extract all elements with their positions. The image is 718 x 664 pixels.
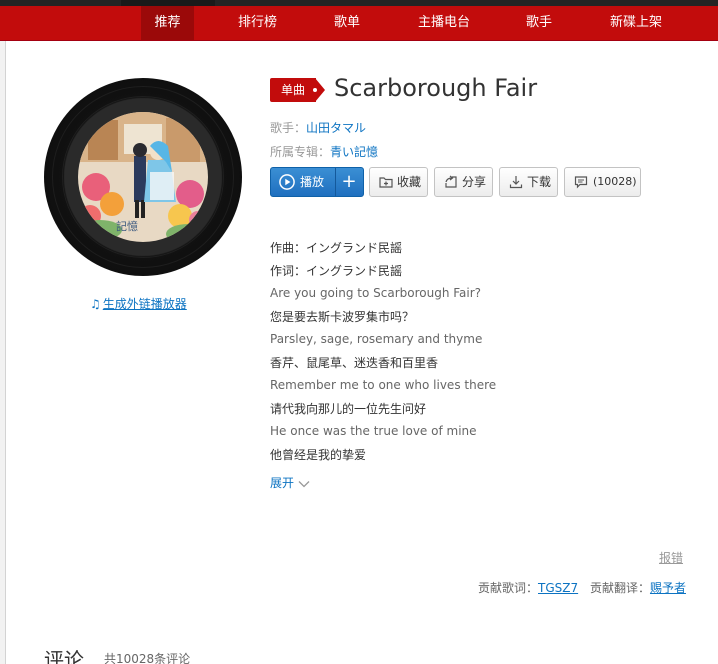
lyric-line: Remember me to one who lives there <box>270 378 497 392</box>
share-icon <box>445 175 457 188</box>
album-cover-art <box>78 112 208 242</box>
translation-contrib-label: 贡献翻译： <box>589 581 650 595</box>
folder-plus-icon <box>379 177 393 188</box>
album-row: 所属专辑：青い記憶 <box>270 143 378 160</box>
lyric-line: 请代我向那儿的一位先生问好 <box>270 402 427 416</box>
album-cover-caption: 記憶 <box>116 220 138 233</box>
download-label: 下载 <box>527 175 552 189</box>
nav-item-artists[interactable]: 歌手 <box>526 6 552 40</box>
report-error-link[interactable]: 报错 <box>659 549 683 566</box>
lyric-line: 您是要去斯卡波罗集市吗？ <box>270 310 415 324</box>
chevron-down-icon <box>298 480 310 487</box>
comment-count-label: (10028) <box>593 175 637 188</box>
expand-lyrics-toggle[interactable]: 展开 <box>270 474 310 491</box>
lyric-line: He once was the true love of mine <box>270 424 477 438</box>
share-label: 分享 <box>462 175 487 189</box>
play-button[interactable]: 播放 + <box>270 167 364 197</box>
single-tag-label: 单曲 <box>270 78 316 102</box>
comment-icon <box>574 176 588 189</box>
collect-label: 收藏 <box>397 175 422 189</box>
contributors-row: 贡献歌词：TGSZ7 贡献翻译：赐予者 <box>478 579 686 596</box>
nav-item-charts[interactable]: 排行榜 <box>238 6 277 40</box>
album-link[interactable]: 青い記憶 <box>330 145 378 159</box>
generate-player-label: 生成外链播放器 <box>102 297 187 311</box>
lyric-contrib-label: 贡献歌词： <box>478 581 539 595</box>
music-note-icon: ♫ <box>90 297 101 311</box>
artist-label: 歌手： <box>270 121 307 135</box>
play-icon <box>279 174 295 190</box>
collect-button[interactable]: 收藏 <box>369 167 428 197</box>
lyric-line: Are you going to Scarborough Fair? <box>270 286 482 300</box>
expand-label: 展开 <box>270 476 295 490</box>
nav-item-playlists[interactable]: 歌单 <box>334 6 360 40</box>
add-to-playlist-button[interactable]: + <box>335 168 363 196</box>
lyric-contributor-link[interactable]: TGSZ7 <box>538 581 578 595</box>
nav-item-radio[interactable]: 主播电台 <box>418 6 470 40</box>
lyric-line: 香芹、鼠尾草、迷迭香和百里香 <box>270 356 439 370</box>
generate-player-link[interactable]: ♫ 生成外链播放器 <box>90 295 187 312</box>
artist-link[interactable]: 山田タマル <box>306 121 366 135</box>
lyric-line: Parsley, sage, rosemary and thyme <box>270 332 483 346</box>
share-button[interactable]: 分享 <box>434 167 493 197</box>
tag-dot <box>313 88 317 92</box>
lyric-line: 他曾经是我的挚爱 <box>270 448 367 462</box>
download-button[interactable]: 下载 <box>499 167 558 197</box>
album-vinyl[interactable]: 記憶 <box>44 78 242 276</box>
artist-row: 歌手：山田タマル <box>270 119 366 136</box>
comments-count: 共10028条评论 <box>104 652 191 664</box>
download-icon <box>509 176 523 189</box>
sub-nav: 推荐 排行榜 歌单 主播电台 歌手 新碟上架 <box>0 6 718 41</box>
single-tag: 单曲 <box>270 78 325 102</box>
song-title: Scarborough Fair <box>334 74 538 102</box>
album-label: 所属专辑： <box>270 145 331 159</box>
album-cover-image: 記憶 <box>78 112 208 242</box>
lyric-line: 作词：イングランド民謡 <box>270 264 403 278</box>
lyric-line: 作曲：イングランド民謡 <box>270 241 403 255</box>
translation-contributor-link[interactable]: 赐予者 <box>650 581 686 595</box>
nav-item-recommend[interactable]: 推荐 <box>141 6 194 40</box>
nav-item-new-albums[interactable]: 新碟上架 <box>610 6 662 40</box>
comments-title: 评论 <box>44 648 84 664</box>
comment-button[interactable]: (10028) <box>564 167 641 197</box>
play-label: 播放 <box>300 175 325 189</box>
